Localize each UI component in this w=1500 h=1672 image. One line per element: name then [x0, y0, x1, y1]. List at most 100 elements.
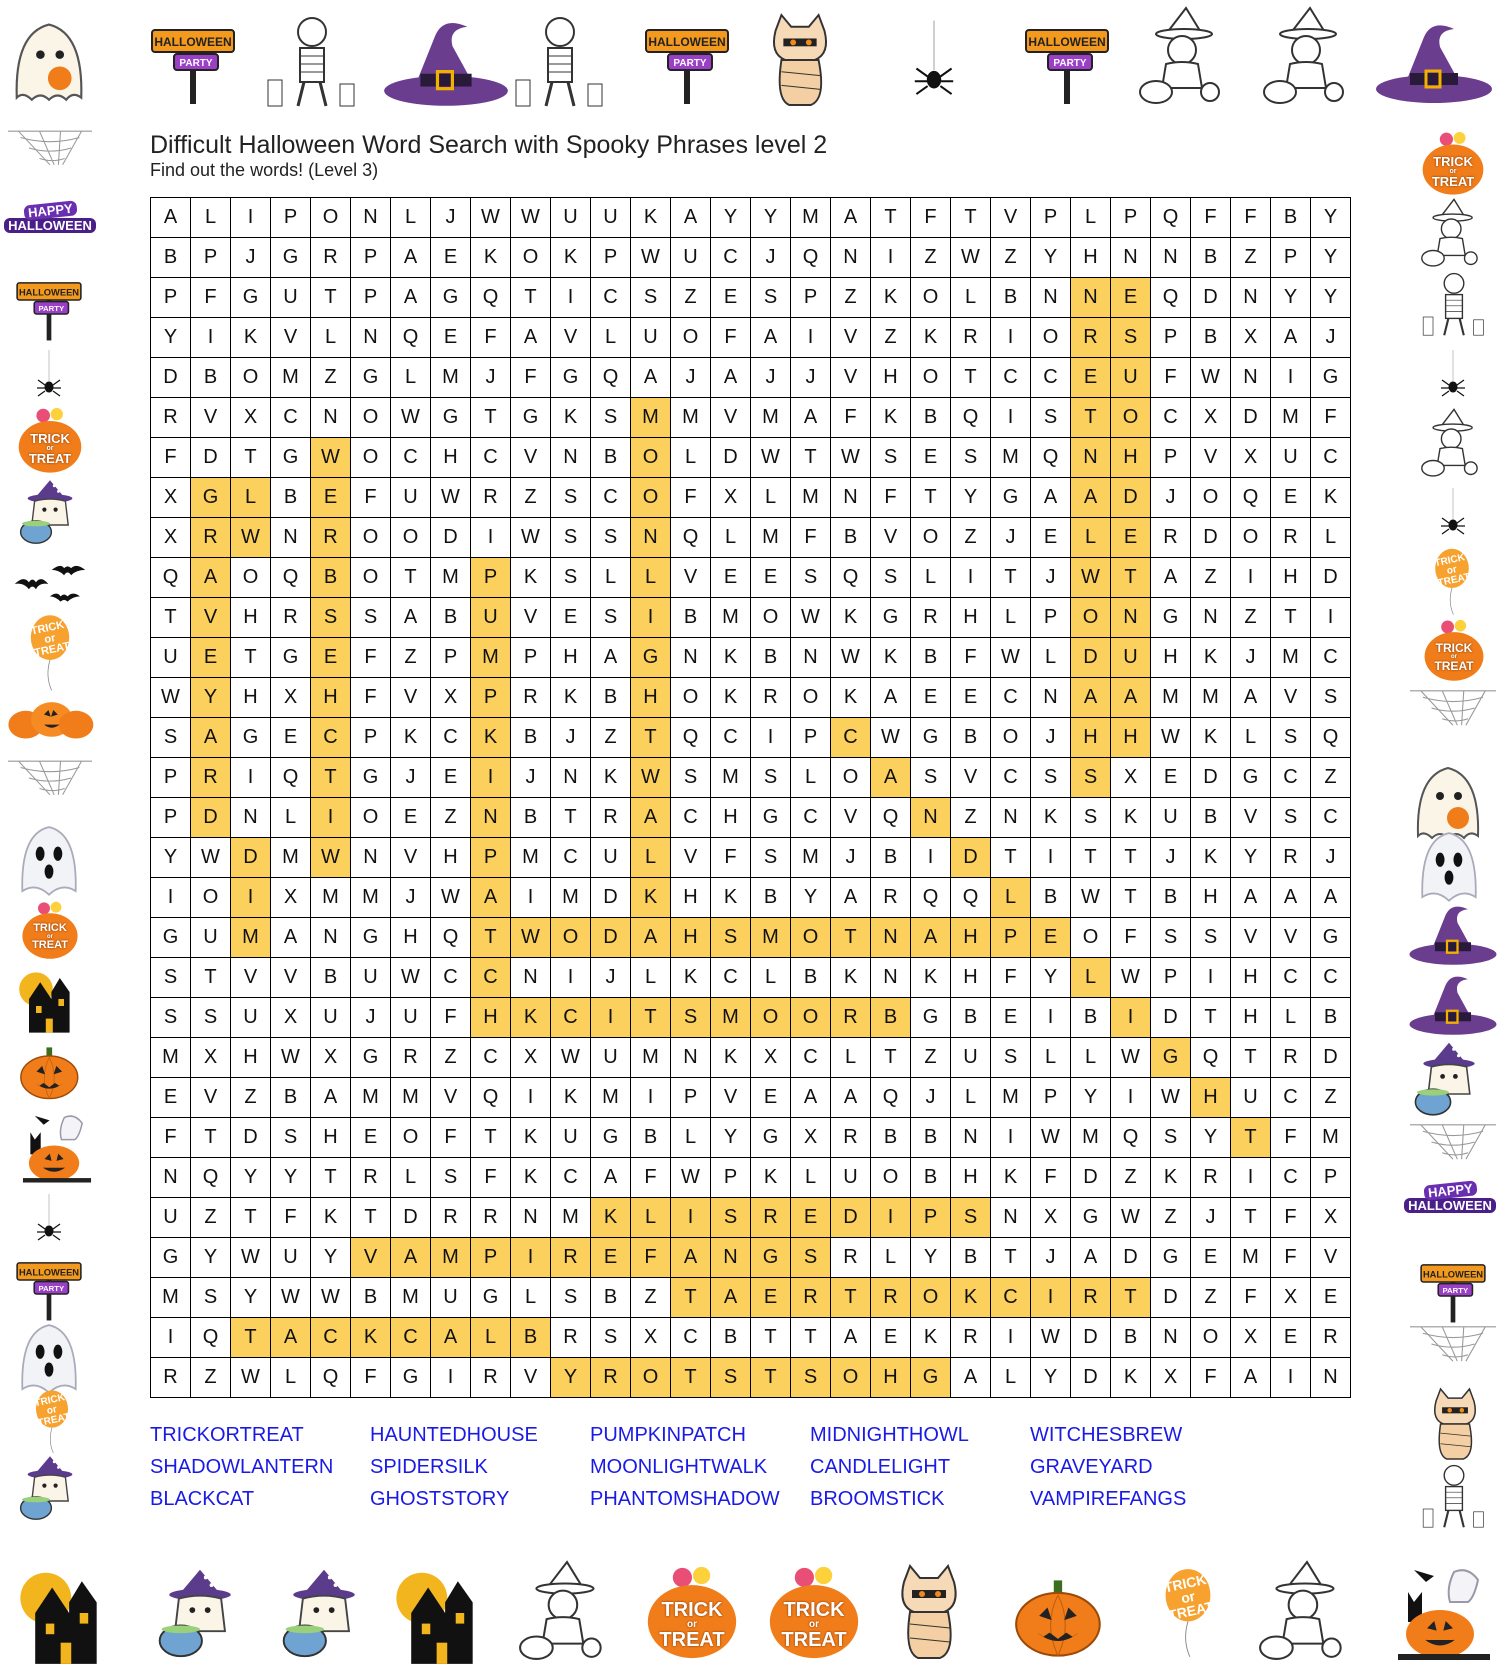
grid-cell[interactable]: Z — [1191, 558, 1231, 598]
grid-cell[interactable]: S — [751, 278, 791, 318]
grid-cell[interactable]: N — [1071, 438, 1111, 478]
grid-cell[interactable]: M — [791, 838, 831, 878]
grid-cell[interactable]: G — [231, 718, 271, 758]
grid-cell[interactable]: Q — [1111, 1118, 1151, 1158]
grid-cell[interactable]: G — [591, 1118, 631, 1158]
grid-cell[interactable]: E — [431, 318, 471, 358]
grid-cell[interactable]: B — [911, 1118, 951, 1158]
grid-cell[interactable]: X — [511, 1038, 551, 1078]
grid-cell[interactable]: W — [1111, 958, 1151, 998]
grid-cell[interactable]: T — [831, 1278, 871, 1318]
grid-cell[interactable]: Q — [1231, 478, 1271, 518]
grid-cell[interactable]: G — [1151, 1238, 1191, 1278]
grid-cell[interactable]: D — [191, 438, 231, 478]
grid-cell[interactable]: W — [511, 918, 551, 958]
grid-cell[interactable]: D — [431, 518, 471, 558]
grid-cell[interactable]: C — [471, 958, 511, 998]
grid-cell[interactable]: N — [271, 518, 311, 558]
grid-cell[interactable]: B — [191, 358, 231, 398]
grid-cell[interactable]: W — [1031, 1118, 1071, 1158]
grid-cell[interactable]: Q — [951, 878, 991, 918]
grid-cell[interactable]: T — [191, 1118, 231, 1158]
grid-cell[interactable]: P — [471, 678, 511, 718]
grid-cell[interactable]: F — [471, 318, 511, 358]
grid-cell[interactable]: N — [831, 478, 871, 518]
grid-cell[interactable]: M — [1311, 1118, 1351, 1158]
grid-cell[interactable]: G — [911, 1358, 951, 1398]
grid-cell[interactable]: E — [1151, 758, 1191, 798]
grid-cell[interactable]: Z — [1311, 1078, 1351, 1118]
grid-cell[interactable]: P — [151, 758, 191, 798]
grid-cell[interactable]: A — [871, 758, 911, 798]
grid-cell[interactable]: A — [751, 318, 791, 358]
grid-cell[interactable]: V — [871, 518, 911, 558]
grid-cell[interactable]: W — [431, 878, 471, 918]
grid-cell[interactable]: X — [1231, 438, 1271, 478]
grid-cell[interactable]: R — [1071, 1278, 1111, 1318]
grid-cell[interactable]: W — [831, 638, 871, 678]
grid-cell[interactable]: S — [711, 1358, 751, 1398]
grid-cell[interactable]: B — [951, 718, 991, 758]
grid-cell[interactable]: F — [1311, 398, 1351, 438]
grid-cell[interactable]: L — [631, 958, 671, 998]
grid-cell[interactable]: K — [711, 678, 751, 718]
grid-cell[interactable]: D — [1151, 1278, 1191, 1318]
grid-cell[interactable]: J — [1031, 718, 1071, 758]
grid-cell[interactable]: B — [1191, 318, 1231, 358]
grid-cell[interactable]: R — [871, 878, 911, 918]
grid-cell[interactable]: K — [711, 878, 751, 918]
grid-cell[interactable]: T — [1231, 1038, 1271, 1078]
grid-cell[interactable]: M — [391, 1278, 431, 1318]
grid-cell[interactable]: A — [831, 1078, 871, 1118]
grid-cell[interactable]: C — [1311, 638, 1351, 678]
grid-cell[interactable]: M — [751, 918, 791, 958]
grid-cell[interactable]: L — [791, 758, 831, 798]
grid-cell[interactable]: T — [471, 1118, 511, 1158]
grid-cell[interactable]: Z — [951, 798, 991, 838]
grid-cell[interactable]: S — [671, 998, 711, 1038]
grid-cell[interactable]: Z — [911, 238, 951, 278]
grid-cell[interactable]: V — [1191, 438, 1231, 478]
grid-cell[interactable]: Y — [911, 1238, 951, 1278]
grid-cell[interactable]: T — [191, 958, 231, 998]
grid-cell[interactable]: W — [311, 838, 351, 878]
grid-cell[interactable]: L — [511, 1278, 551, 1318]
grid-cell[interactable]: B — [871, 1118, 911, 1158]
grid-cell[interactable]: I — [1311, 598, 1351, 638]
grid-cell[interactable]: C — [551, 998, 591, 1038]
grid-cell[interactable]: I — [1031, 1278, 1071, 1318]
grid-cell[interactable]: O — [351, 398, 391, 438]
grid-cell[interactable]: T — [1271, 598, 1311, 638]
grid-cell[interactable]: O — [351, 438, 391, 478]
grid-cell[interactable]: B — [951, 998, 991, 1038]
grid-cell[interactable]: X — [151, 518, 191, 558]
grid-cell[interactable]: M — [751, 518, 791, 558]
grid-cell[interactable]: Y — [271, 1158, 311, 1198]
grid-cell[interactable]: K — [511, 558, 551, 598]
grid-cell[interactable]: R — [1271, 1038, 1311, 1078]
grid-cell[interactable]: P — [1151, 438, 1191, 478]
grid-cell[interactable]: V — [1231, 798, 1271, 838]
grid-cell[interactable]: N — [231, 798, 271, 838]
grid-cell[interactable]: G — [231, 278, 271, 318]
grid-cell[interactable]: U — [671, 238, 711, 278]
grid-cell[interactable]: N — [151, 1158, 191, 1198]
grid-cell[interactable]: K — [831, 958, 871, 998]
grid-cell[interactable]: P — [271, 198, 311, 238]
grid-cell[interactable]: T — [1071, 398, 1111, 438]
grid-cell[interactable]: K — [911, 958, 951, 998]
grid-cell[interactable]: W — [471, 198, 511, 238]
grid-cell[interactable]: P — [1031, 198, 1071, 238]
grid-cell[interactable]: W — [551, 1038, 591, 1078]
grid-cell[interactable]: F — [871, 478, 911, 518]
grid-cell[interactable]: Q — [871, 1078, 911, 1118]
grid-cell[interactable]: T — [1191, 998, 1231, 1038]
grid-cell[interactable]: N — [1071, 278, 1111, 318]
grid-cell[interactable]: E — [1071, 358, 1111, 398]
grid-cell[interactable]: Q — [271, 558, 311, 598]
grid-cell[interactable]: Q — [671, 718, 711, 758]
grid-cell[interactable]: O — [1111, 398, 1151, 438]
grid-cell[interactable]: H — [311, 678, 351, 718]
grid-cell[interactable]: O — [1191, 1318, 1231, 1358]
grid-cell[interactable]: O — [511, 238, 551, 278]
